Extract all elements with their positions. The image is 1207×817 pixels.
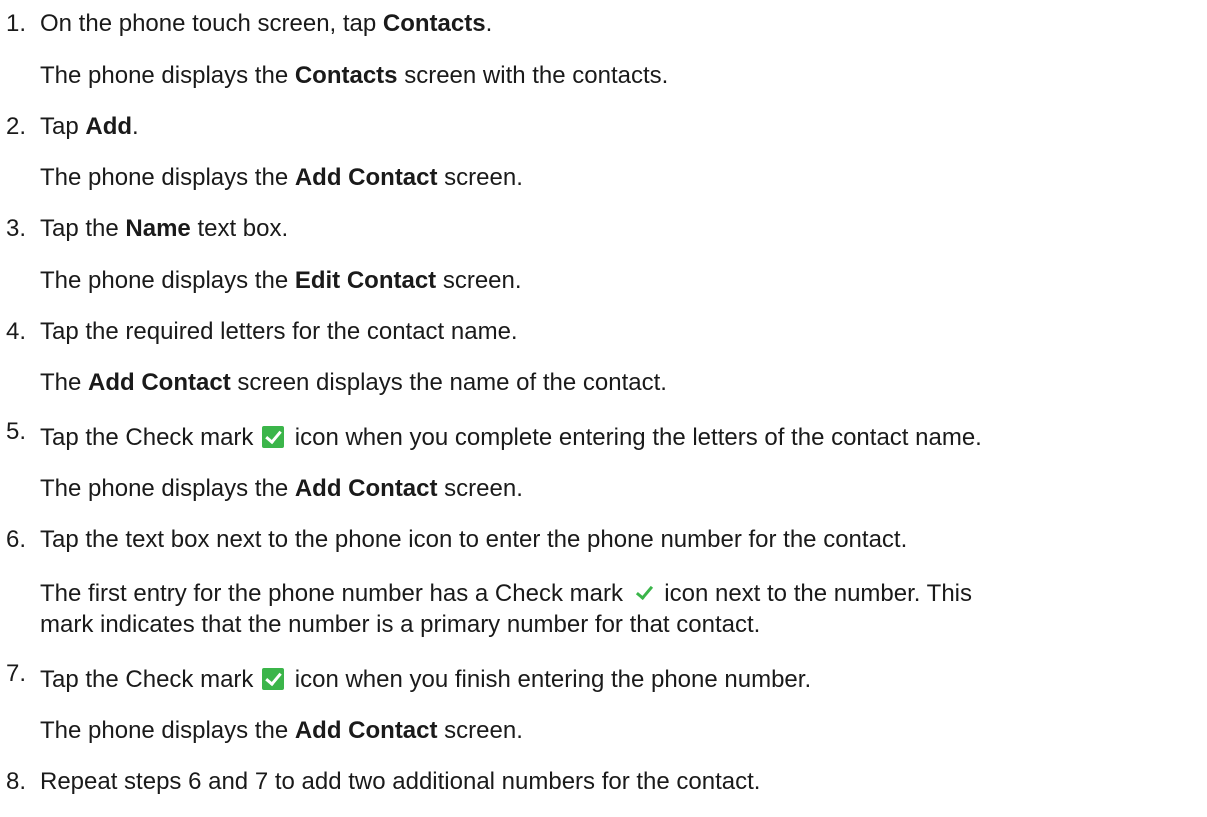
check-mark-icon bbox=[634, 582, 654, 604]
step-number: 8. bbox=[6, 768, 27, 795]
step-action: Tap the required letters for the contact… bbox=[40, 318, 518, 345]
step-7-result: The phone displays the Add Contact scree… bbox=[40, 717, 523, 744]
step-action: Tap Add. bbox=[40, 113, 139, 140]
step-number: 5. bbox=[6, 418, 27, 445]
check-mark-icon bbox=[262, 668, 285, 690]
step-action: On the phone touch screen, tap Contacts. bbox=[40, 10, 493, 37]
step-2-result: The phone displays the Add Contact scree… bbox=[40, 164, 523, 191]
step-number: 3. bbox=[6, 215, 27, 242]
step-action: Tap the Check mark icon when you finish … bbox=[40, 666, 812, 693]
step-1-result: The phone displays the Contacts screen w… bbox=[40, 62, 669, 89]
step-6-result: The first entry for the phone number has… bbox=[40, 580, 973, 607]
step-number: 7. bbox=[6, 660, 27, 687]
step-number: 6. bbox=[6, 526, 27, 553]
step-action: Repeat steps 6 and 7 to add two addition… bbox=[40, 768, 761, 795]
step-action: Tap the Name text box. bbox=[40, 215, 289, 242]
step-number: 4. bbox=[6, 318, 27, 345]
step-4-result: The Add Contact screen displays the name… bbox=[40, 369, 667, 396]
step-number: 1. bbox=[6, 10, 27, 37]
step-5-result: The phone displays the Add Contact scree… bbox=[40, 475, 523, 502]
step-3-result: The phone displays the Edit Contact scre… bbox=[40, 267, 522, 294]
step-6-result-line2: mark indicates that the number is a prim… bbox=[40, 611, 761, 638]
check-mark-icon bbox=[262, 426, 285, 448]
step-action: Tap the Check mark icon when you complet… bbox=[40, 424, 982, 451]
step-number: 2. bbox=[6, 113, 27, 140]
step-action: Tap the text box next to the phone icon … bbox=[40, 526, 908, 553]
